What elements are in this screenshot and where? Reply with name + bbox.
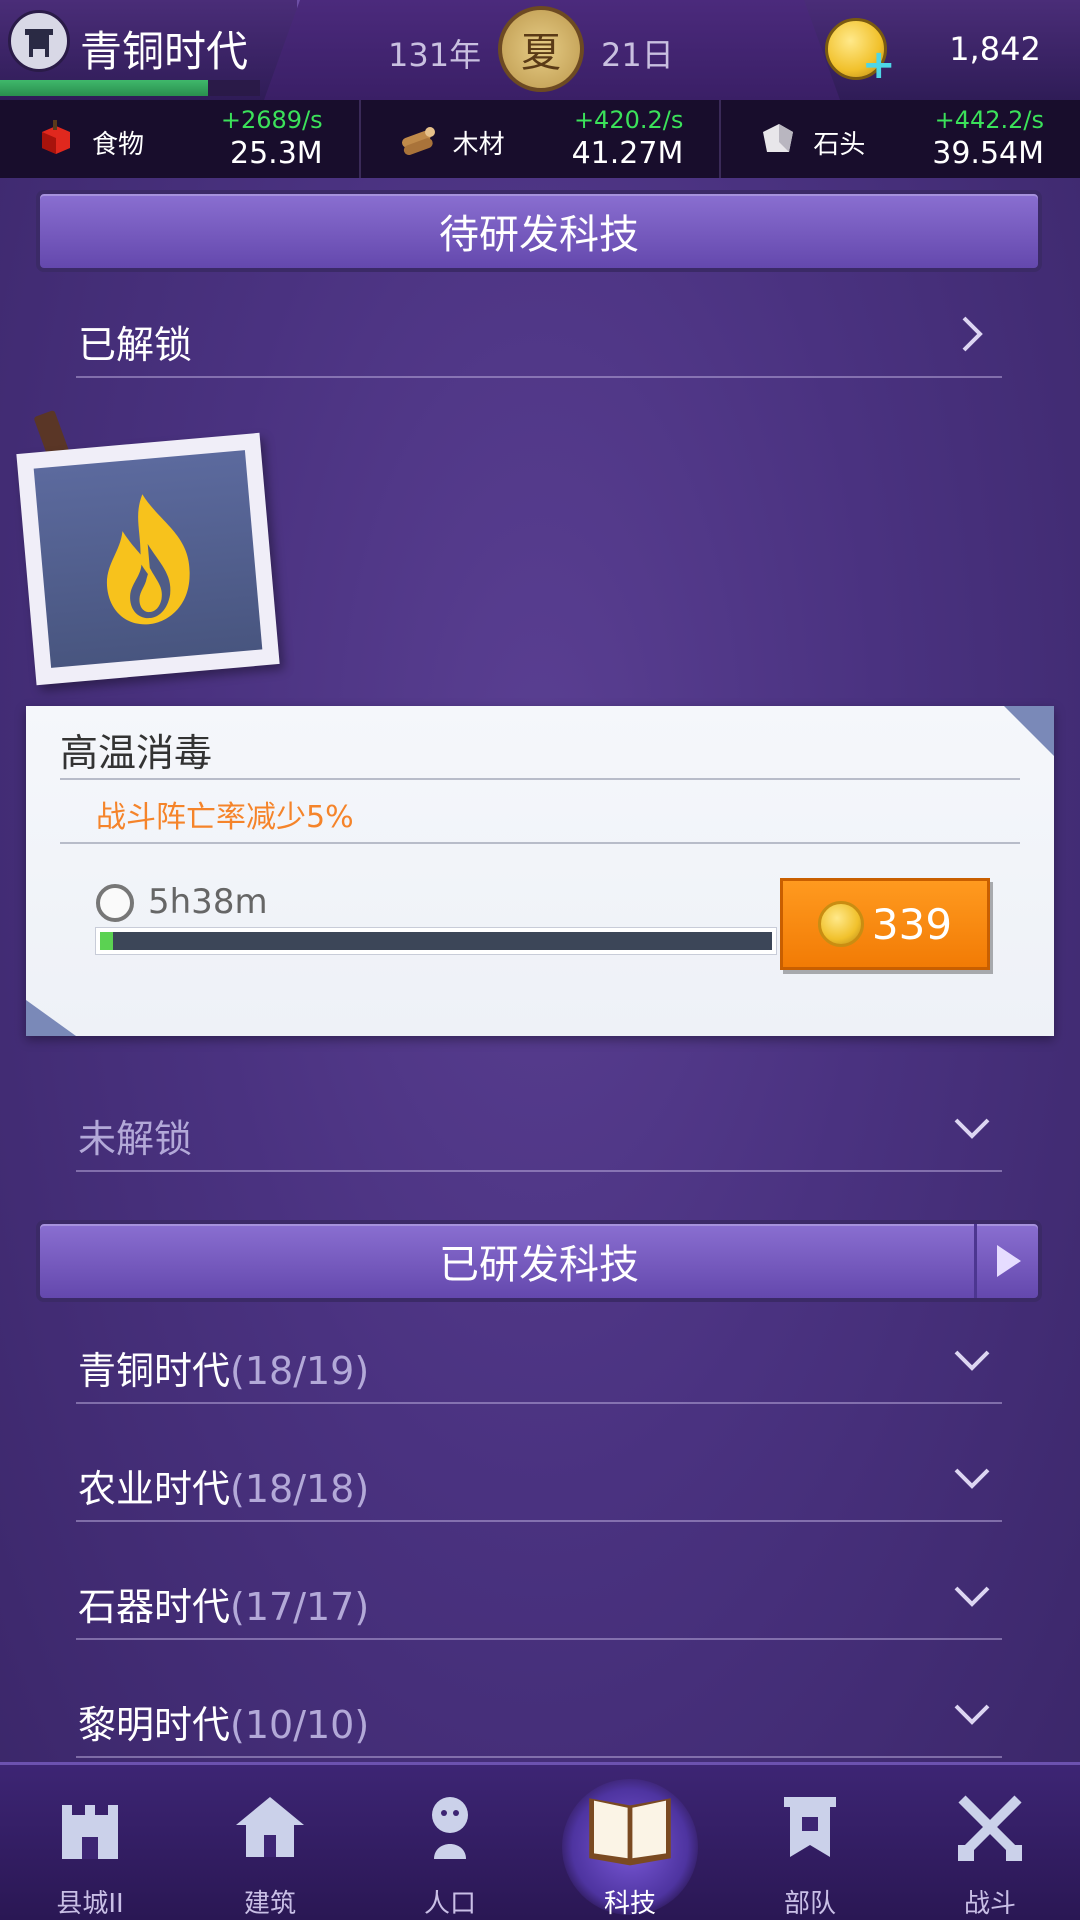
nav-label: 建筑	[243, 1889, 296, 1919]
era-count: (10/10)	[230, 1703, 370, 1747]
era-panel[interactable]: 青铜时代	[0, 0, 300, 100]
researched-tech-header[interactable]: 已研发科技	[36, 1220, 1042, 1302]
era-progress-bar	[0, 80, 260, 96]
researched-tech-title: 已研发科技	[439, 1242, 639, 1288]
era-row-stone[interactable]: 石器时代(17/17)	[76, 1560, 1002, 1640]
divider	[60, 778, 1020, 780]
nav-battle[interactable]: 战斗	[900, 1765, 1080, 1920]
nav-label: 人口	[423, 1889, 476, 1919]
resource-name: 木材	[452, 130, 505, 160]
era-row-dawn[interactable]: 黎明时代(10/10)	[76, 1678, 1002, 1758]
resource-food: 食物 +2689/s 25.3M	[0, 100, 361, 178]
resource-amount: 25.3M	[229, 136, 323, 171]
speed-up-button[interactable]: 339	[780, 878, 990, 970]
chevron-right-icon	[962, 316, 983, 352]
resource-wood: 木材 +420.2/s 41.27M	[361, 100, 722, 178]
era-count: (18/18)	[230, 1467, 370, 1511]
bottom-nav: 县城II 建筑 人口 科技 部队 战斗	[0, 1762, 1080, 1920]
unlocked-row[interactable]: 已解锁	[76, 298, 1002, 378]
nav-label: 科技	[603, 1889, 656, 1919]
play-arrow-icon	[996, 1245, 1021, 1277]
season-badge: 夏	[498, 6, 584, 92]
tech-effect: 战斗阵亡率减少5%	[96, 800, 354, 835]
era-row-label: 农业时代(18/18)	[78, 1458, 369, 1513]
stone-icon	[763, 124, 794, 152]
era-row-bronze[interactable]: 青铜时代(18/19)	[76, 1324, 1002, 1404]
nav-label: 部队	[783, 1889, 836, 1919]
research-progress-fill	[100, 932, 114, 950]
nav-tech[interactable]: 科技	[540, 1765, 720, 1920]
nav-label: 县城II	[56, 1889, 124, 1919]
era-name: 石器时代	[78, 1585, 231, 1629]
tech-card: 高温消毒 战斗阵亡率减少5% 5h38m 339	[26, 706, 1054, 1036]
resource-rate: +420.2/s	[573, 106, 684, 134]
nav-troops[interactable]: 部队	[720, 1765, 900, 1920]
card-corner	[1004, 706, 1054, 756]
book-icon	[589, 1798, 671, 1866]
time-remaining: 5h38m	[148, 882, 268, 922]
card-corner	[26, 1000, 76, 1036]
chevron-down-icon	[954, 1586, 990, 1607]
chevron-down-icon	[954, 1704, 990, 1725]
era-row-label: 黎明时代(10/10)	[78, 1694, 369, 1749]
nav-population[interactable]: 人口	[360, 1765, 540, 1920]
tech-photo-frame	[16, 432, 280, 686]
flame-icon	[106, 494, 190, 625]
tech-name: 高温消毒	[60, 731, 213, 775]
house-icon	[236, 1797, 304, 1857]
era-count: (17/17)	[230, 1585, 370, 1629]
divider	[60, 842, 1020, 844]
nav-label: 战斗	[963, 1889, 1016, 1919]
expand-arrow[interactable]	[974, 1224, 1038, 1298]
era-title: 青铜时代	[80, 27, 249, 76]
resource-rate: +442.2/s	[934, 106, 1045, 134]
speed-up-cost: 339	[871, 899, 953, 949]
gold-coin-icon	[817, 901, 864, 947]
coin-balance: 1,842	[949, 30, 1041, 68]
castle-icon	[62, 1805, 118, 1859]
locked-row[interactable]: 未解锁	[76, 1092, 1002, 1172]
research-progress-bar	[96, 928, 776, 954]
era-progress-fill	[0, 80, 208, 96]
era-row-agriculture[interactable]: 农业时代(18/18)	[76, 1442, 1002, 1522]
unlocked-label: 已解锁	[78, 323, 193, 367]
era-name: 青铜时代	[78, 1349, 231, 1393]
pending-tech-header: 待研发科技	[36, 190, 1042, 272]
food-icon	[42, 120, 70, 154]
era-name: 黎明时代	[78, 1703, 231, 1747]
crossed-swords-icon	[958, 1795, 1022, 1861]
wood-icon	[401, 127, 435, 156]
nav-buildings[interactable]: 建筑	[180, 1765, 360, 1920]
stopwatch-icon	[96, 884, 134, 922]
nav-county[interactable]: 县城II	[0, 1765, 180, 1920]
locked-label: 未解锁	[78, 1117, 193, 1161]
era-name: 农业时代	[78, 1467, 231, 1511]
era-row-label: 青铜时代(18/19)	[78, 1340, 369, 1395]
chevron-down-icon	[954, 1468, 990, 1489]
resource-name: 食物	[92, 130, 145, 160]
bronze-vessel-icon	[8, 10, 70, 72]
day-text: 21日	[601, 36, 674, 74]
resource-bar: 食物 +2689/s 25.3M 木材 +420.2/s 41.27M 石头 +…	[0, 100, 1080, 178]
era-count: (18/19)	[230, 1349, 370, 1393]
resource-stone: 石头 +442.2/s 39.54M	[721, 100, 1080, 178]
resource-name: 石头	[813, 130, 866, 160]
top-bar: 青铜时代 131年 夏 21日 + 1,842	[0, 0, 1080, 100]
add-coins-icon[interactable]: +	[862, 42, 896, 88]
resource-amount: 41.27M	[571, 136, 684, 171]
year-text: 131年	[388, 36, 482, 74]
chevron-down-icon	[954, 1350, 990, 1371]
resource-amount: 39.54M	[932, 136, 1045, 171]
tech-image	[33, 450, 263, 668]
resource-rate: +2689/s	[220, 106, 323, 134]
banner-icon	[784, 1797, 836, 1857]
chevron-down-icon	[954, 1118, 990, 1139]
person-icon	[432, 1797, 468, 1859]
era-row-label: 石器时代(17/17)	[78, 1576, 369, 1631]
